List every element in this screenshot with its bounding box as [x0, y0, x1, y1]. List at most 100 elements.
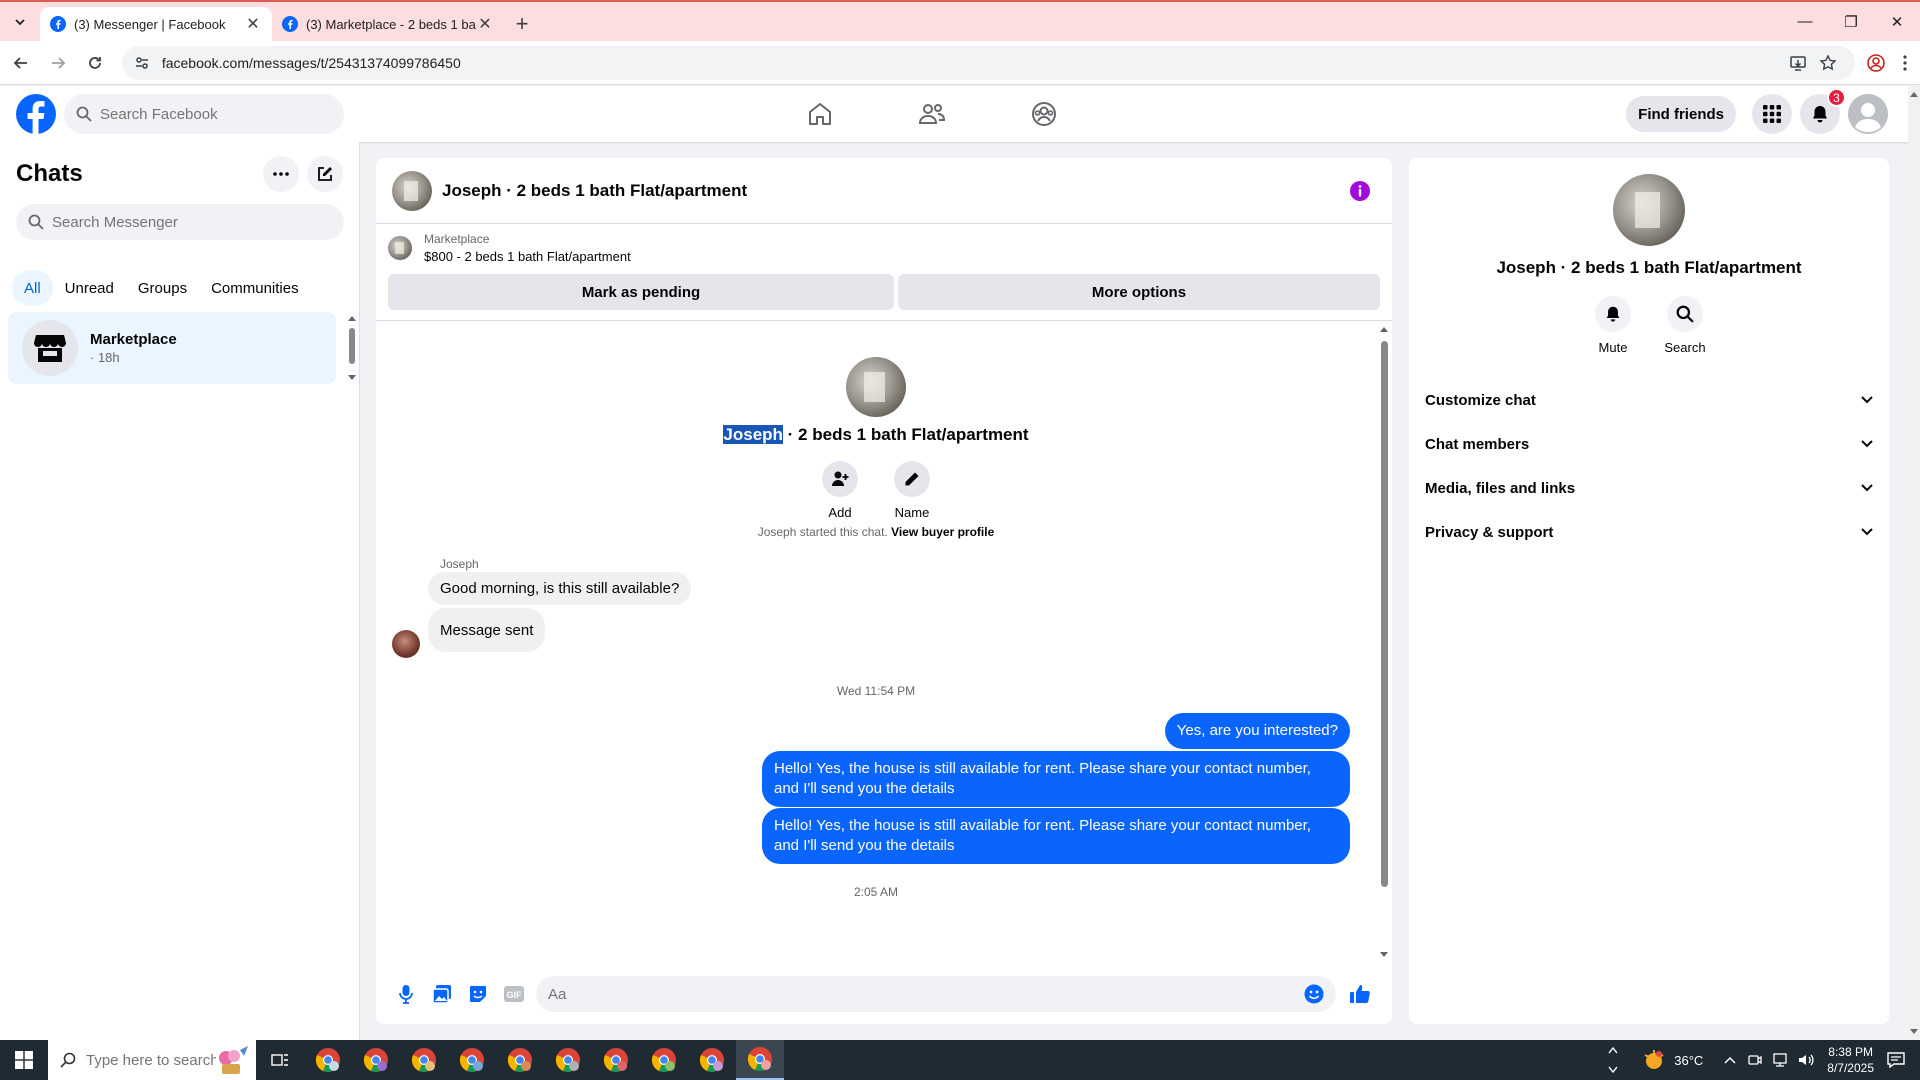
- chrome-icon: [411, 1048, 436, 1072]
- mute-action[interactable]: Mute: [1577, 296, 1649, 355]
- facebook-logo-icon[interactable]: [16, 94, 56, 134]
- listing-summary[interactable]: Marketplace $800 - 2 beds 1 bath Flat/ap…: [388, 232, 631, 264]
- scroll-thumb[interactable]: [349, 328, 355, 364]
- sender-avatar[interactable]: [392, 630, 420, 658]
- address-bar[interactable]: facebook.com/messages/t/2543137409978645…: [121, 45, 1856, 80]
- taskbar-chrome-2[interactable]: [352, 1040, 400, 1080]
- weather-icon[interactable]: [1642, 1049, 1666, 1071]
- close-tab-icon[interactable]: ✕: [244, 15, 262, 33]
- filter-all[interactable]: All: [12, 270, 53, 306]
- privacy-support-section[interactable]: Privacy & support: [1425, 512, 1873, 552]
- name-chat-button[interactable]: [894, 461, 930, 497]
- more-options-button[interactable]: More options: [898, 274, 1380, 310]
- find-friends-button[interactable]: Find friends: [1626, 96, 1736, 132]
- install-app-icon[interactable]: [1783, 48, 1813, 78]
- menu-button[interactable]: [1752, 94, 1792, 134]
- filter-communities[interactable]: Communities: [199, 270, 311, 306]
- close-tab-icon[interactable]: ✕: [476, 15, 494, 33]
- outgoing-message[interactable]: Hello! Yes, the house is still available…: [762, 751, 1350, 807]
- add-people-action[interactable]: Add: [804, 461, 876, 520]
- taskbar-chrome-8[interactable]: [640, 1040, 688, 1080]
- taskbar-chrome-6[interactable]: [544, 1040, 592, 1080]
- reload-button[interactable]: [79, 46, 112, 80]
- taskbar-scroll-icon[interactable]: [1608, 1045, 1618, 1075]
- site-info-icon[interactable]: [134, 55, 150, 71]
- conversation-title[interactable]: Joseph · 2 beds 1 bath Flat/apartment: [442, 181, 1350, 201]
- taskbar-chrome-4[interactable]: [448, 1040, 496, 1080]
- facebook-search-input[interactable]: [100, 105, 300, 123]
- bookmark-star-icon[interactable]: [1813, 48, 1843, 78]
- meet-now-icon[interactable]: [1747, 1052, 1763, 1068]
- taskbar-search-input[interactable]: [86, 1051, 216, 1069]
- search-in-chat-button[interactable]: [1667, 296, 1703, 332]
- taskbar-chrome-5[interactable]: [496, 1040, 544, 1080]
- info-icon[interactable]: [1350, 180, 1370, 201]
- start-button[interactable]: [0, 1040, 48, 1080]
- network-icon[interactable]: [1771, 1052, 1789, 1068]
- view-buyer-profile-link[interactable]: View buyer profile: [891, 525, 994, 539]
- outgoing-message[interactable]: Hello! Yes, the house is still available…: [762, 808, 1350, 864]
- groups-tab[interactable]: [988, 86, 1100, 142]
- filter-groups[interactable]: Groups: [126, 270, 199, 306]
- incoming-message[interactable]: Message sent: [428, 608, 546, 652]
- tab-search-button[interactable]: [0, 2, 40, 41]
- like-button[interactable]: [1342, 976, 1378, 1012]
- gif-button[interactable]: GIF: [496, 976, 532, 1012]
- thread-scrollbar[interactable]: [1378, 321, 1390, 961]
- page-scrollbar[interactable]: [1908, 86, 1920, 1040]
- taskbar-chrome-3[interactable]: [400, 1040, 448, 1080]
- chat-list-item[interactable]: Marketplace · 18h: [8, 312, 336, 384]
- name-chat-action[interactable]: Name: [876, 461, 948, 520]
- add-people-button[interactable]: [822, 461, 858, 497]
- task-view-button[interactable]: [256, 1040, 304, 1080]
- search-action[interactable]: Search: [1649, 296, 1721, 355]
- profile-icon[interactable]: [1861, 48, 1890, 78]
- attach-photo-button[interactable]: [424, 976, 460, 1012]
- taskbar-chrome-1[interactable]: [304, 1040, 352, 1080]
- messenger-search[interactable]: [16, 204, 344, 240]
- home-tab[interactable]: [764, 86, 876, 142]
- taskbar-search[interactable]: [48, 1040, 256, 1080]
- tab-messenger[interactable]: (3) Messenger | Facebook ✕: [40, 7, 272, 41]
- back-button[interactable]: [4, 46, 37, 80]
- restore-icon[interactable]: ❐: [1828, 2, 1874, 41]
- chats-options-button[interactable]: [263, 156, 299, 192]
- media-files-links-section[interactable]: Media, files and links: [1425, 468, 1873, 508]
- facebook-search[interactable]: [64, 94, 344, 134]
- notifications-button[interactable]: 3: [1800, 88, 1846, 134]
- notification-center-icon[interactable]: [1886, 1050, 1906, 1070]
- sidebar-scrollbar[interactable]: [347, 314, 357, 382]
- message-input-box[interactable]: [536, 976, 1336, 1012]
- scroll-thumb[interactable]: [1381, 341, 1388, 887]
- filter-unread[interactable]: Unread: [53, 270, 126, 306]
- contact-avatar[interactable]: [392, 170, 432, 211]
- incoming-message[interactable]: Good morning, is this still available?: [428, 572, 692, 605]
- new-tab-button[interactable]: +: [504, 7, 540, 41]
- mark-as-pending-button[interactable]: Mark as pending: [388, 274, 894, 310]
- messenger-search-input[interactable]: [52, 213, 322, 231]
- kebab-menu-icon[interactable]: [1891, 48, 1920, 78]
- show-hidden-icons-icon[interactable]: [1723, 1055, 1737, 1065]
- friends-tab[interactable]: [876, 86, 988, 142]
- tab-marketplace[interactable]: (3) Marketplace - 2 beds 1 bath Flat/apa…: [272, 7, 504, 41]
- voice-clip-button[interactable]: [388, 976, 424, 1012]
- taskbar-chrome-active[interactable]: [736, 1040, 784, 1080]
- forward-button[interactable]: [41, 46, 74, 80]
- info-avatar[interactable]: [1613, 174, 1685, 246]
- new-message-button[interactable]: [307, 156, 343, 192]
- volume-icon[interactable]: [1797, 1052, 1815, 1068]
- mute-button[interactable]: [1595, 296, 1631, 332]
- sticker-button[interactable]: [460, 976, 496, 1012]
- clock[interactable]: 8:38 PM 8/7/2025: [1827, 1044, 1874, 1076]
- outgoing-message[interactable]: Yes, are you interested?: [1164, 713, 1350, 749]
- temperature[interactable]: 36°C: [1674, 1053, 1703, 1068]
- minimize-icon[interactable]: —: [1782, 2, 1828, 41]
- account-avatar[interactable]: [1848, 94, 1888, 134]
- taskbar-chrome-9[interactable]: [688, 1040, 736, 1080]
- taskbar-chrome-7[interactable]: [592, 1040, 640, 1080]
- emoji-icon[interactable]: [1304, 984, 1324, 1004]
- close-window-icon[interactable]: ✕: [1874, 2, 1920, 41]
- customize-chat-section[interactable]: Customize chat: [1425, 380, 1873, 420]
- message-input[interactable]: [548, 985, 1304, 1003]
- chat-members-section[interactable]: Chat members: [1425, 424, 1873, 464]
